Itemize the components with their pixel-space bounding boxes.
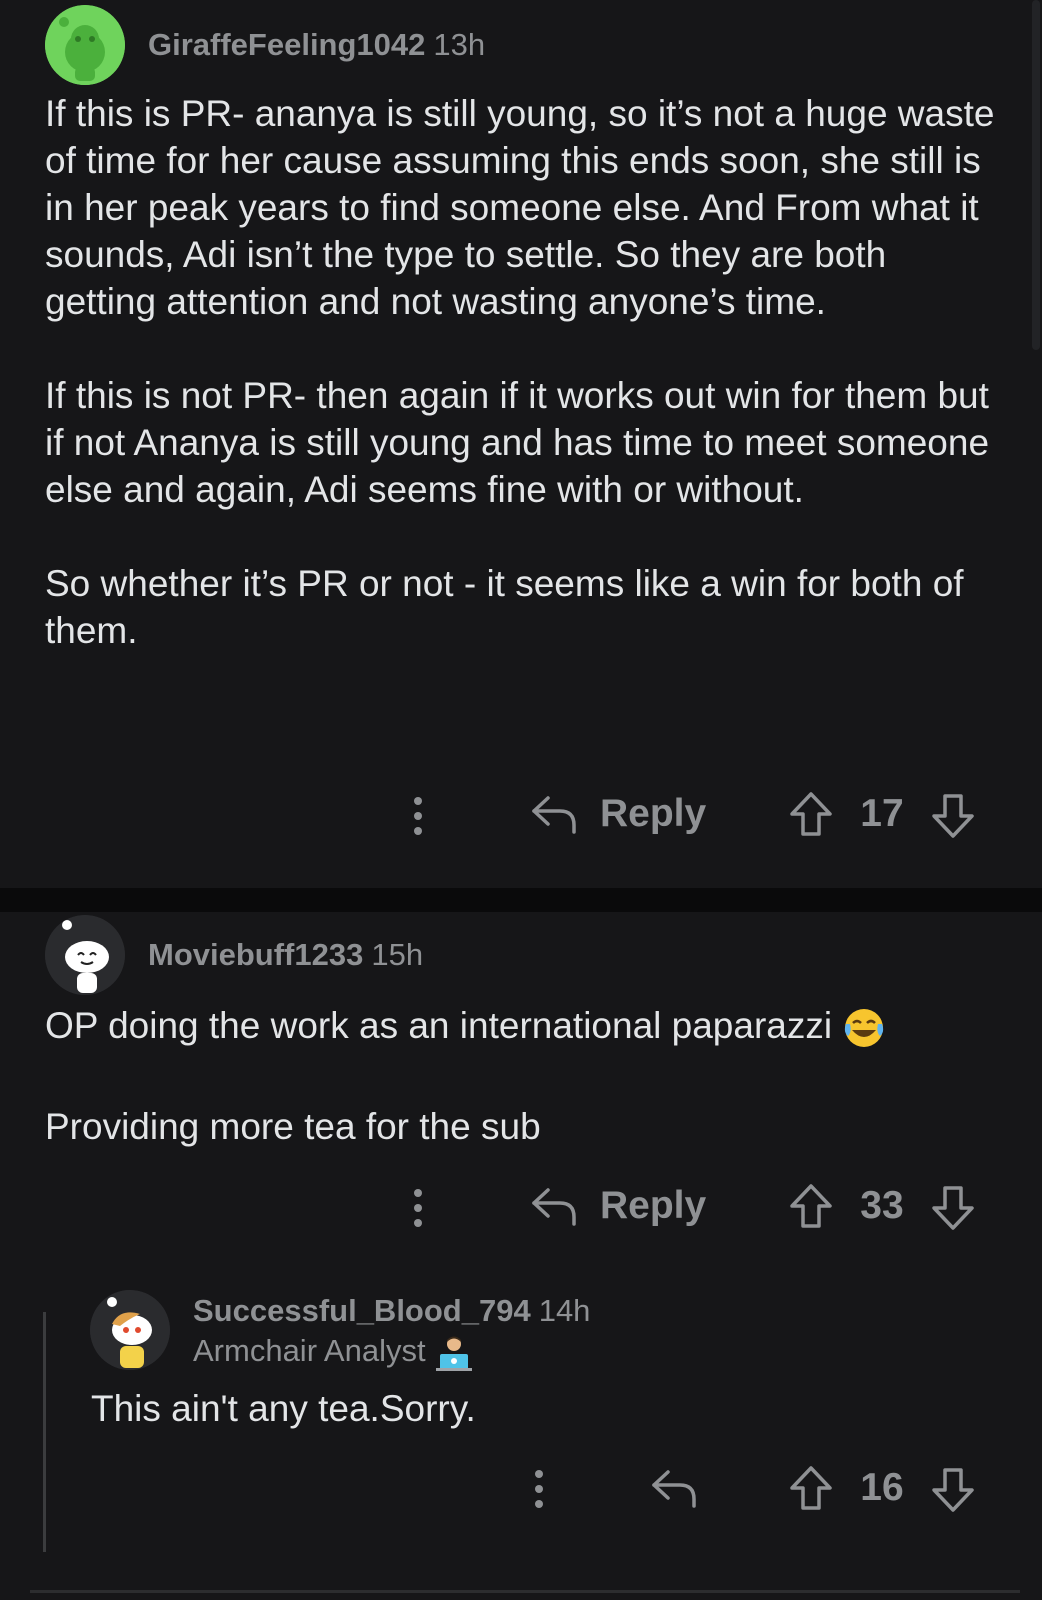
downvote-icon[interactable] <box>930 1466 976 1514</box>
divider <box>30 1590 1020 1593</box>
more-options-icon[interactable] <box>412 1189 424 1227</box>
reply-icon[interactable] <box>650 1466 698 1510</box>
avatar[interactable] <box>90 1290 170 1370</box>
downvote-icon[interactable] <box>930 1184 976 1232</box>
snoo-avatar-icon <box>45 5 125 85</box>
divider <box>0 888 1042 912</box>
comment-text: OP doing the work as an international pa… <box>45 1005 833 1046</box>
upvote-icon[interactable] <box>788 1464 834 1512</box>
flair-text: Armchair Analyst <box>193 1333 426 1368</box>
user-flair: Armchair Analyst <box>193 1333 474 1372</box>
thread-line[interactable] <box>43 1312 46 1552</box>
reply-button[interactable]: Reply <box>600 792 706 836</box>
timestamp: 14h <box>538 1293 591 1328</box>
vote-score: 17 <box>860 792 904 835</box>
comment-paragraph: This ain't any tea.Sorry. <box>91 1388 476 1429</box>
reply-icon[interactable] <box>530 1184 578 1228</box>
vote-score: 33 <box>860 1184 904 1227</box>
comment-paragraph: Providing more tea for the sub <box>45 1106 541 1148</box>
comment-body: OP doing the work as an international pa… <box>45 1002 1005 1150</box>
snoo-avatar-icon <box>90 1290 170 1370</box>
vote-score: 16 <box>860 1466 904 1509</box>
avatar[interactable] <box>45 915 125 995</box>
timestamp: 13h <box>433 27 486 62</box>
comment-paragraph: OP doing the work as an international pa… <box>45 1002 1005 1050</box>
comment-paragraph: If this is not PR- then again if it work… <box>45 375 990 510</box>
upvote-icon[interactable] <box>788 1182 834 1230</box>
technologist-icon <box>436 1336 473 1371</box>
more-options-icon[interactable] <box>533 1470 545 1508</box>
comment-meta: GiraffeFeeling1042 13h <box>148 27 485 63</box>
username[interactable]: Moviebuff1233 <box>148 937 363 972</box>
comment-body: This ain't any tea.Sorry. <box>91 1385 991 1432</box>
comment-paragraph: So whether it’s PR or not - it seems lik… <box>45 563 964 651</box>
comment-meta: Successful_Blood_794 14h <box>193 1293 590 1329</box>
avatar[interactable] <box>45 5 125 85</box>
downvote-icon[interactable] <box>930 792 976 840</box>
reply-button[interactable]: Reply <box>600 1184 706 1228</box>
timestamp: 15h <box>371 937 424 972</box>
comment-paragraph: If this is PR- ananya is still young, so… <box>45 93 995 322</box>
username[interactable]: Successful_Blood_794 <box>193 1293 531 1328</box>
snoo-avatar-icon <box>45 915 125 995</box>
reply-icon[interactable] <box>530 792 578 836</box>
comment-meta: Moviebuff1233 15h <box>148 937 423 973</box>
upvote-icon[interactable] <box>788 790 834 838</box>
comment-body: If this is PR- ananya is still young, so… <box>45 90 995 654</box>
username[interactable]: GiraffeFeeling1042 <box>148 27 425 62</box>
scrollbar[interactable] <box>1032 0 1040 350</box>
more-options-icon[interactable] <box>412 797 424 835</box>
face-with-tears-of-joy-icon <box>845 1009 884 1048</box>
